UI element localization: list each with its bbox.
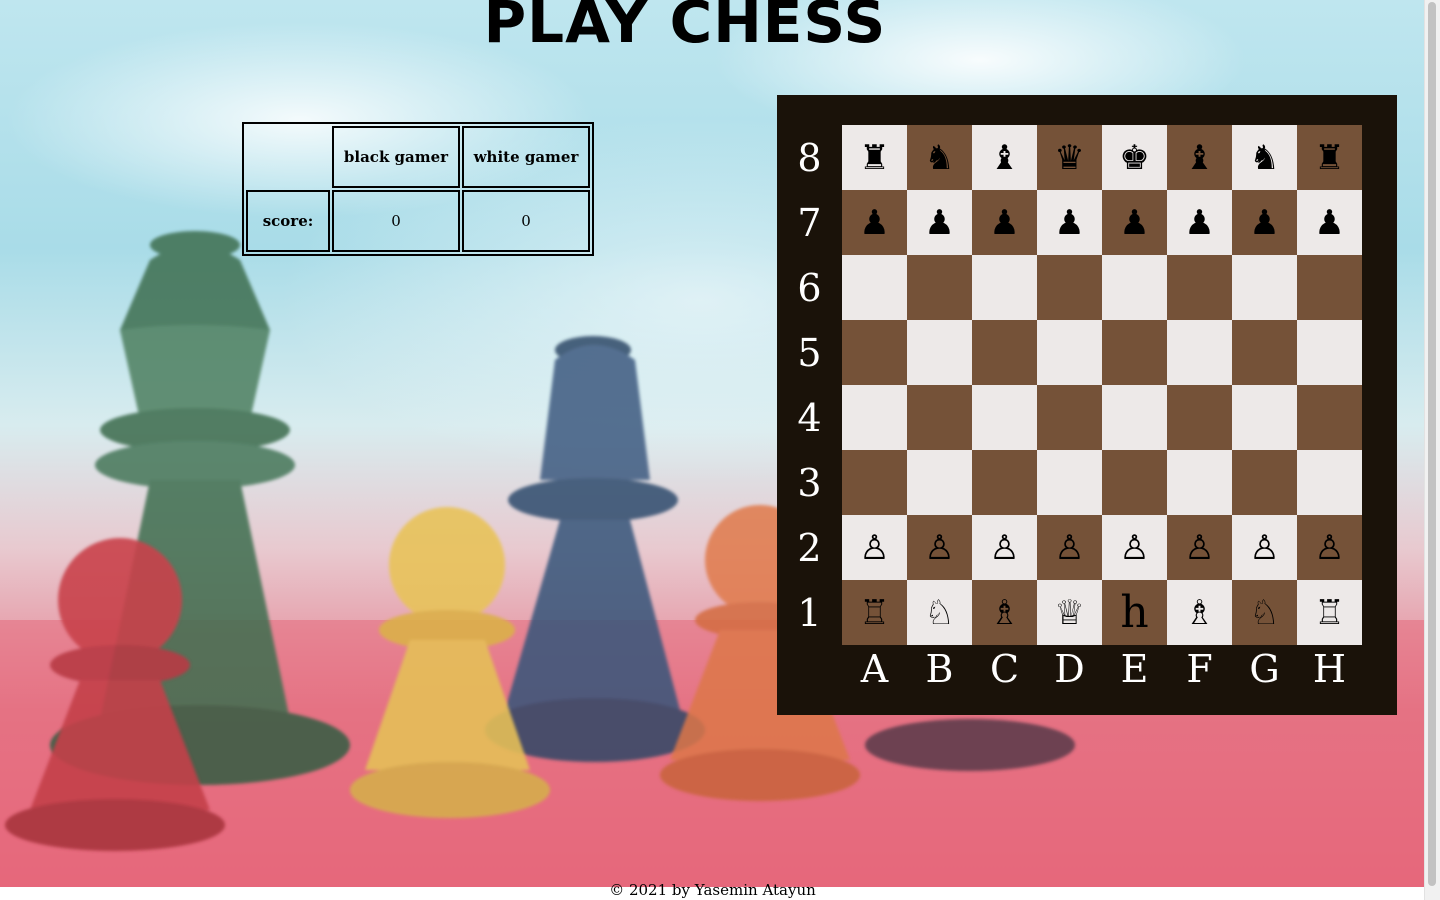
square-e4[interactable] <box>1102 385 1167 450</box>
square-a2[interactable]: ♙ <box>842 515 907 580</box>
square-b1[interactable]: ♘ <box>907 580 972 645</box>
rank-label-6: 6 <box>797 266 822 310</box>
square-e5[interactable] <box>1102 320 1167 385</box>
file-label-f: F <box>1186 647 1213 691</box>
square-c8[interactable]: ♝ <box>972 125 1037 190</box>
file-label-d: D <box>1054 647 1085 691</box>
square-h2[interactable]: ♙ <box>1297 515 1362 580</box>
square-f5[interactable] <box>1167 320 1232 385</box>
square-c6[interactable] <box>972 255 1037 320</box>
square-g2[interactable]: ♙ <box>1232 515 1297 580</box>
square-g6[interactable] <box>1232 255 1297 320</box>
rank-label-8: 8 <box>797 136 822 180</box>
square-c4[interactable] <box>972 385 1037 450</box>
square-f4[interactable] <box>1167 385 1232 450</box>
square-g5[interactable] <box>1232 320 1297 385</box>
rank-label-5: 5 <box>797 331 822 375</box>
rank-label-4: 4 <box>797 396 822 440</box>
rank-label-7: 7 <box>797 201 822 245</box>
square-a5[interactable] <box>842 320 907 385</box>
square-f6[interactable] <box>1167 255 1232 320</box>
footer-copyright: © 2021 by Yasemin Atayun <box>609 881 816 899</box>
square-c1[interactable]: ♗ <box>972 580 1037 645</box>
square-g1[interactable]: ♘ <box>1232 580 1297 645</box>
square-c2[interactable]: ♙ <box>972 515 1037 580</box>
square-b6[interactable] <box>907 255 972 320</box>
square-a8[interactable]: ♜ <box>842 125 907 190</box>
square-b5[interactable] <box>907 320 972 385</box>
square-f3[interactable] <box>1167 450 1232 515</box>
square-b4[interactable] <box>907 385 972 450</box>
vertical-scrollbar[interactable] <box>1424 0 1440 900</box>
square-a6[interactable] <box>842 255 907 320</box>
square-d2[interactable]: ♙ <box>1037 515 1102 580</box>
black-gamer-score: 0 <box>332 190 460 252</box>
square-h3[interactable] <box>1297 450 1362 515</box>
file-label-c: C <box>989 647 1020 691</box>
square-g8[interactable]: ♞ <box>1232 125 1297 190</box>
square-e8[interactable]: ♚ <box>1102 125 1167 190</box>
square-h7[interactable]: ♟ <box>1297 190 1362 255</box>
square-c7[interactable]: ♟ <box>972 190 1037 255</box>
chess-board: ♜ ♞ ♝ ♛ ♚ ♝ ♞ ♜ ♟ ♟ ♟ ♟ ♟ ♟ ♟ ♟ ♙ ♙ ♙ ♙ ♙ ♙ ♙ ♙ ♖ ♘ ♗ ♕ h ♗ ♘ ♖ <box>842 125 1362 645</box>
square-b3[interactable] <box>907 450 972 515</box>
square-a1[interactable]: ♖ <box>842 580 907 645</box>
score-table-header-row: black gamer white gamer <box>246 126 590 188</box>
square-f1[interactable]: ♗ <box>1167 580 1232 645</box>
square-e1[interactable]: h <box>1102 580 1167 645</box>
file-label-h: H <box>1312 647 1347 691</box>
chess-board-frame: 87654321 ABCDEFGH ♜ ♞ ♝ ♛ ♚ ♝ ♞ ♜ ♟ ♟ ♟ ♟ ♟ ♟ ♟ ♟ ♙ ♙ ♙ ♙ ♙ ♙… <box>777 95 1397 715</box>
square-d5[interactable] <box>1037 320 1102 385</box>
file-label-g: G <box>1249 647 1280 691</box>
scrollbar-thumb[interactable] <box>1428 2 1436 886</box>
square-d7[interactable]: ♟ <box>1037 190 1102 255</box>
score-table: black gamer white gamer score: 0 0 <box>242 122 594 256</box>
rank-label-2: 2 <box>797 526 822 570</box>
square-d6[interactable] <box>1037 255 1102 320</box>
square-b2[interactable]: ♙ <box>907 515 972 580</box>
white-gamer-score: 0 <box>462 190 590 252</box>
file-label-e: E <box>1120 647 1149 691</box>
file-label-b: B <box>925 647 954 691</box>
rank-label-3: 3 <box>797 461 822 505</box>
square-d3[interactable] <box>1037 450 1102 515</box>
square-e6[interactable] <box>1102 255 1167 320</box>
square-a7[interactable]: ♟ <box>842 190 907 255</box>
square-f8[interactable]: ♝ <box>1167 125 1232 190</box>
square-a3[interactable] <box>842 450 907 515</box>
square-h1[interactable]: ♖ <box>1297 580 1362 645</box>
square-e7[interactable]: ♟ <box>1102 190 1167 255</box>
file-label-a: A <box>860 647 889 691</box>
chess-page: PLAY CHESS black gamer white gamer score… <box>0 0 1440 900</box>
square-e2[interactable]: ♙ <box>1102 515 1167 580</box>
square-h8[interactable]: ♜ <box>1297 125 1362 190</box>
square-g4[interactable] <box>1232 385 1297 450</box>
square-f2[interactable]: ♙ <box>1167 515 1232 580</box>
square-h6[interactable] <box>1297 255 1362 320</box>
page-title: PLAY CHESS <box>483 0 887 56</box>
score-row: score: 0 0 <box>246 190 590 252</box>
rank-label-1: 1 <box>797 591 822 635</box>
square-d8[interactable]: ♛ <box>1037 125 1102 190</box>
square-f7[interactable]: ♟ <box>1167 190 1232 255</box>
square-c3[interactable] <box>972 450 1037 515</box>
square-h4[interactable] <box>1297 385 1362 450</box>
score-label: score: <box>246 190 330 252</box>
square-g3[interactable] <box>1232 450 1297 515</box>
square-a4[interactable] <box>842 385 907 450</box>
square-h5[interactable] <box>1297 320 1362 385</box>
square-d1[interactable]: ♕ <box>1037 580 1102 645</box>
square-e3[interactable] <box>1102 450 1167 515</box>
score-table-corner-cell <box>246 126 330 188</box>
square-g7[interactable]: ♟ <box>1232 190 1297 255</box>
square-b7[interactable]: ♟ <box>907 190 972 255</box>
black-gamer-header: black gamer <box>332 126 460 188</box>
square-c5[interactable] <box>972 320 1037 385</box>
square-b8[interactable]: ♞ <box>907 125 972 190</box>
square-d4[interactable] <box>1037 385 1102 450</box>
white-gamer-header: white gamer <box>462 126 590 188</box>
